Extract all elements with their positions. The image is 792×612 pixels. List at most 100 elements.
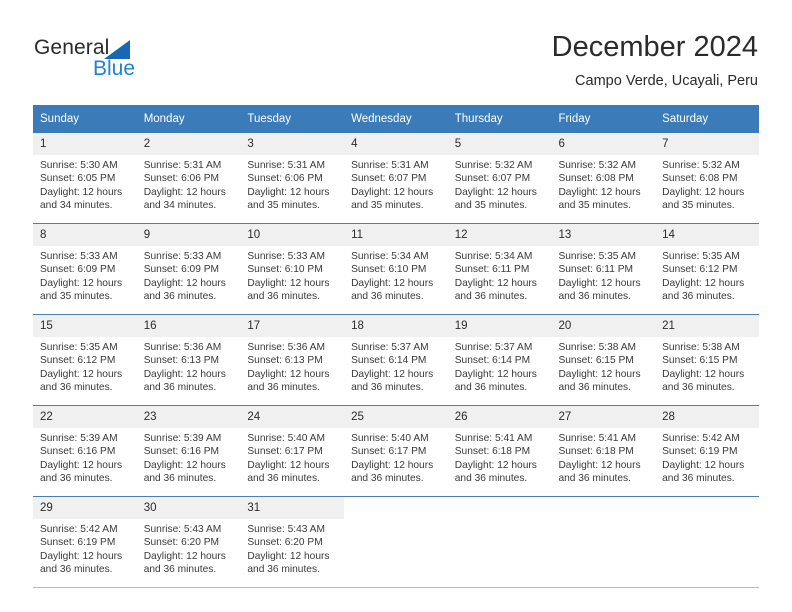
sunrise-text: Sunrise: 5:39 AM — [143, 433, 222, 444]
day-cell[interactable]: 18 Sunrise: 5:37 AM Sunset: 6:14 PM Dayl… — [344, 314, 448, 406]
day-number: 17 — [240, 315, 345, 337]
sunrise-text: Sunrise: 5:32 AM — [662, 160, 740, 171]
weekday-header-thursday: Thursday — [447, 105, 552, 133]
daylight-line1: Daylight: 12 hours — [558, 459, 641, 471]
day-details: Sunrise: 5:30 AM Sunset: 6:05 PM Dayligh… — [33, 155, 137, 213]
day-cell[interactable]: 1 Sunrise: 5:30 AM Sunset: 6:05 PM Dayli… — [33, 133, 137, 224]
daylight-line2: and 36 minutes. — [40, 382, 113, 394]
day-details: Sunrise: 5:34 AM Sunset: 6:10 PM Dayligh… — [344, 246, 448, 304]
sunrise-text: Sunrise: 5:43 AM — [143, 524, 222, 535]
sunset-text: Sunset: 6:10 PM — [247, 264, 323, 276]
daylight-line2: and 35 minutes. — [40, 291, 113, 303]
day-cell[interactable]: 28 Sunrise: 5:42 AM Sunset: 6:19 PM Dayl… — [655, 405, 759, 497]
day-cell[interactable]: 4 Sunrise: 5:31 AM Sunset: 6:07 PM Dayli… — [344, 133, 448, 224]
day-details: Sunrise: 5:41 AM Sunset: 6:18 PM Dayligh… — [448, 428, 552, 486]
day-cell[interactable]: 14 Sunrise: 5:35 AM Sunset: 6:12 PM Dayl… — [655, 223, 759, 315]
daylight-line2: and 36 minutes. — [143, 382, 217, 394]
day-cell[interactable]: 11 Sunrise: 5:34 AM Sunset: 6:10 PM Dayl… — [344, 223, 448, 315]
day-details: Sunrise: 5:31 AM Sunset: 6:06 PM Dayligh… — [240, 155, 344, 213]
daylight-line2: and 36 minutes. — [351, 291, 424, 303]
day-cell[interactable]: 17 Sunrise: 5:36 AM Sunset: 6:13 PM Dayl… — [240, 314, 345, 406]
sunset-text: Sunset: 6:05 PM — [40, 173, 116, 185]
day-number — [448, 497, 552, 519]
day-cell-empty — [655, 496, 759, 588]
day-details: Sunrise: 5:37 AM Sunset: 6:14 PM Dayligh… — [344, 337, 448, 395]
day-cell[interactable]: 26 Sunrise: 5:41 AM Sunset: 6:18 PM Dayl… — [447, 405, 552, 497]
daylight-line1: Daylight: 12 hours — [247, 459, 330, 471]
day-cell[interactable]: 27 Sunrise: 5:41 AM Sunset: 6:18 PM Dayl… — [551, 405, 656, 497]
sunset-text: Sunset: 6:06 PM — [247, 173, 323, 185]
day-cell[interactable]: 22 Sunrise: 5:39 AM Sunset: 6:16 PM Dayl… — [33, 405, 137, 497]
day-number: 29 — [33, 497, 137, 519]
day-cell[interactable]: 10 Sunrise: 5:33 AM Sunset: 6:10 PM Dayl… — [240, 223, 345, 315]
daylight-line2: and 35 minutes. — [454, 200, 528, 212]
day-details: Sunrise: 5:35 AM Sunset: 6:12 PM Dayligh… — [655, 246, 759, 304]
sunrise-text: Sunrise: 5:40 AM — [247, 433, 325, 444]
day-details: Sunrise: 5:35 AM Sunset: 6:12 PM Dayligh… — [33, 337, 137, 395]
day-details: Sunrise: 5:32 AM Sunset: 6:07 PM Dayligh… — [448, 155, 552, 213]
daylight-line2: and 35 minutes. — [558, 200, 631, 212]
day-cell[interactable]: 21 Sunrise: 5:38 AM Sunset: 6:15 PM Dayl… — [655, 314, 759, 406]
sunset-text: Sunset: 6:07 PM — [454, 173, 531, 185]
daylight-line1: Daylight: 12 hours — [40, 550, 123, 562]
day-cell[interactable]: 24 Sunrise: 5:40 AM Sunset: 6:17 PM Dayl… — [240, 405, 345, 497]
daylight-line2: and 36 minutes. — [40, 473, 113, 485]
sunrise-text: Sunrise: 5:41 AM — [454, 433, 533, 444]
day-cell[interactable]: 23 Sunrise: 5:39 AM Sunset: 6:16 PM Dayl… — [136, 405, 241, 497]
day-cell[interactable]: 15 Sunrise: 5:35 AM Sunset: 6:12 PM Dayl… — [33, 314, 137, 406]
day-cell[interactable]: 9 Sunrise: 5:33 AM Sunset: 6:09 PM Dayli… — [136, 223, 241, 315]
day-cell[interactable]: 7 Sunrise: 5:32 AM Sunset: 6:08 PM Dayli… — [655, 133, 759, 224]
day-cell[interactable]: 3 Sunrise: 5:31 AM Sunset: 6:06 PM Dayli… — [240, 133, 345, 224]
day-number — [551, 497, 655, 519]
day-cell[interactable]: 29 Sunrise: 5:42 AM Sunset: 6:19 PM Dayl… — [33, 496, 137, 588]
day-cell[interactable]: 16 Sunrise: 5:36 AM Sunset: 6:13 PM Dayl… — [136, 314, 241, 406]
day-cell[interactable]: 25 Sunrise: 5:40 AM Sunset: 6:17 PM Dayl… — [344, 405, 448, 497]
day-cell[interactable]: 6 Sunrise: 5:32 AM Sunset: 6:08 PM Dayli… — [551, 133, 656, 224]
day-number: 30 — [136, 497, 241, 519]
sunset-text: Sunset: 6:20 PM — [143, 537, 220, 549]
page-header: General Blue December 2024 Campo Verde, … — [0, 0, 792, 100]
day-cell[interactable]: 2 Sunrise: 5:31 AM Sunset: 6:06 PM Dayli… — [136, 133, 241, 224]
day-number: 4 — [344, 133, 448, 155]
general-blue-logo[interactable]: General Blue — [34, 36, 234, 90]
daylight-line2: and 36 minutes. — [662, 473, 735, 485]
day-number: 9 — [136, 224, 241, 246]
sunrise-text: Sunrise: 5:35 AM — [40, 342, 118, 353]
day-cell[interactable]: 12 Sunrise: 5:34 AM Sunset: 6:11 PM Dayl… — [447, 223, 552, 315]
day-number: 7 — [655, 133, 759, 155]
daylight-line2: and 36 minutes. — [247, 291, 320, 303]
day-number: 5 — [447, 133, 552, 155]
day-cell[interactable]: 8 Sunrise: 5:33 AM Sunset: 6:09 PM Dayli… — [33, 223, 137, 315]
sunset-text: Sunset: 6:08 PM — [662, 173, 738, 185]
day-number: 8 — [33, 224, 137, 246]
sunset-text: Sunset: 6:11 PM — [558, 264, 633, 276]
sunset-text: Sunset: 6:12 PM — [40, 355, 116, 367]
daylight-line1: Daylight: 12 hours — [143, 550, 226, 562]
week-row: 29 Sunrise: 5:42 AM Sunset: 6:19 PM Dayl… — [33, 496, 759, 588]
day-cell[interactable]: 30 Sunrise: 5:43 AM Sunset: 6:20 PM Dayl… — [136, 496, 241, 588]
day-number: 22 — [33, 406, 137, 428]
sunset-text: Sunset: 6:16 PM — [40, 446, 116, 458]
weekday-header-wednesday: Wednesday — [344, 105, 448, 133]
day-cell[interactable]: 31 Sunrise: 5:43 AM Sunset: 6:20 PM Dayl… — [240, 496, 345, 588]
day-details: Sunrise: 5:37 AM Sunset: 6:14 PM Dayligh… — [448, 337, 552, 395]
location-subtitle: Campo Verde, Ucayali, Peru — [575, 73, 758, 89]
sunrise-text: Sunrise: 5:39 AM — [40, 433, 118, 444]
daylight-line2: and 36 minutes. — [247, 564, 320, 576]
daylight-line2: and 36 minutes. — [454, 291, 528, 303]
day-details: Sunrise: 5:32 AM Sunset: 6:08 PM Dayligh… — [551, 155, 655, 213]
day-cell[interactable]: 13 Sunrise: 5:35 AM Sunset: 6:11 PM Dayl… — [551, 223, 656, 315]
day-cell[interactable]: 20 Sunrise: 5:38 AM Sunset: 6:15 PM Dayl… — [551, 314, 656, 406]
day-number: 31 — [240, 497, 345, 519]
daylight-line2: and 36 minutes. — [143, 291, 217, 303]
sunrise-text: Sunrise: 5:33 AM — [247, 251, 325, 262]
daylight-line2: and 34 minutes. — [143, 200, 217, 212]
daylight-line1: Daylight: 12 hours — [40, 368, 123, 380]
daylight-line2: and 36 minutes. — [558, 473, 631, 485]
day-cell[interactable]: 5 Sunrise: 5:32 AM Sunset: 6:07 PM Dayli… — [447, 133, 552, 224]
day-cell[interactable]: 19 Sunrise: 5:37 AM Sunset: 6:14 PM Dayl… — [447, 314, 552, 406]
sunrise-text: Sunrise: 5:36 AM — [143, 342, 222, 353]
daylight-line1: Daylight: 12 hours — [351, 277, 434, 289]
daylight-line1: Daylight: 12 hours — [143, 186, 226, 198]
day-details: Sunrise: 5:41 AM Sunset: 6:18 PM Dayligh… — [551, 428, 655, 486]
